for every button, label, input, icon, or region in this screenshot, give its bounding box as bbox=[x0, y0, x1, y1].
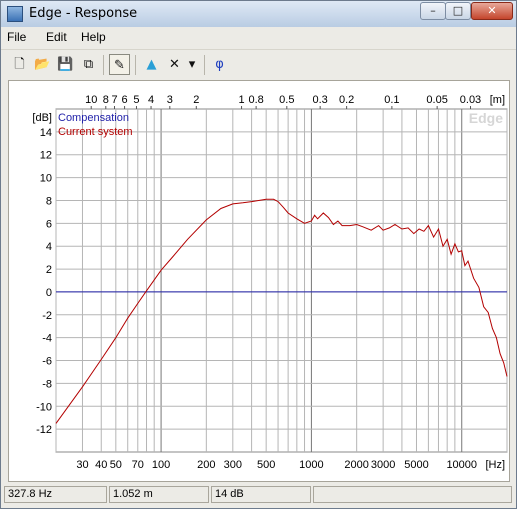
top-tick-label: 8 bbox=[103, 94, 109, 106]
menu-bar: File Edit Help bbox=[1, 27, 516, 48]
menu-file[interactable]: File bbox=[7, 30, 26, 44]
y-tick-label: 14 bbox=[40, 127, 52, 139]
y-tick-label: -2 bbox=[42, 310, 52, 322]
new-icon[interactable]: 🗋 bbox=[9, 54, 30, 75]
pencil-icon[interactable]: ✎ bbox=[109, 54, 130, 75]
y-axis-label: [dB] bbox=[32, 112, 52, 124]
x-tick-label: 30 bbox=[76, 459, 88, 471]
y-tick-label: -8 bbox=[42, 378, 52, 390]
minimize-button[interactable]: – bbox=[420, 2, 446, 20]
status-empty bbox=[313, 486, 512, 503]
open-icon[interactable]: 📂 bbox=[32, 54, 53, 75]
top-tick-label: 7 bbox=[111, 94, 117, 106]
y-tick-label: 2 bbox=[46, 264, 52, 276]
response-chart[interactable]: 14 12 10 8 6 4 2 0 -2 -4 -6 -8 -10 -12 [dB] 30 40 50 70 100… bbox=[8, 80, 510, 482]
x-tick-label: 10000 bbox=[446, 459, 477, 471]
delete-icon[interactable]: ✕ bbox=[164, 54, 185, 75]
plot-frame bbox=[55, 108, 508, 453]
status-level: 14 dB bbox=[211, 486, 311, 503]
y-tick-label: -10 bbox=[36, 401, 52, 413]
y-tick-label: -4 bbox=[42, 333, 52, 345]
top-tick-label: 0.8 bbox=[248, 94, 263, 106]
menu-help[interactable]: Help bbox=[81, 30, 106, 44]
toolbar-separator bbox=[135, 55, 136, 75]
top-axis-label: [m] bbox=[490, 94, 505, 106]
y-tick-label: 12 bbox=[40, 150, 52, 162]
top-tick-label: 0.03 bbox=[460, 94, 481, 106]
status-bar: 327.8 Hz 1.052 m 14 dB bbox=[4, 484, 514, 505]
toolbar-separator bbox=[204, 55, 205, 75]
close-button[interactable]: ✕ bbox=[471, 2, 513, 20]
top-tick-label: 0.2 bbox=[339, 94, 354, 106]
top-tick-label: 0.05 bbox=[426, 94, 447, 106]
toolbar: 🗋 📂 💾 ⧉ ✎ ▲ ✕ ▾ φ bbox=[1, 49, 516, 80]
top-tick-label: 5 bbox=[133, 94, 139, 106]
copy-icon[interactable]: ⧉ bbox=[78, 54, 99, 75]
save-icon[interactable]: 💾 bbox=[55, 54, 76, 75]
x-tick-label: 500 bbox=[257, 459, 275, 471]
maximize-button[interactable]: □ bbox=[445, 2, 471, 20]
y-tick-label: 8 bbox=[46, 195, 52, 207]
y-tick-label: -12 bbox=[36, 424, 52, 436]
y-tick-label: -6 bbox=[42, 356, 52, 368]
title-bar[interactable]: Edge - Response – □ ✕ bbox=[1, 1, 516, 27]
legend-entry: Compensation bbox=[58, 112, 129, 124]
top-tick-label: 1 bbox=[238, 94, 244, 106]
x-tick-label: 40 bbox=[95, 459, 107, 471]
phase-icon[interactable]: φ bbox=[209, 54, 230, 75]
app-window: Edge - Response – □ ✕ File Edit Help 🗋 📂… bbox=[0, 0, 517, 509]
top-tick-label: 0.1 bbox=[384, 94, 399, 106]
y-tick-label: 6 bbox=[46, 218, 52, 230]
x-tick-label: 70 bbox=[132, 459, 144, 471]
x-tick-label: 300 bbox=[224, 459, 242, 471]
legend-entry: Current system bbox=[58, 126, 133, 138]
x-tick-label: 200 bbox=[197, 459, 215, 471]
top-tick-label: 4 bbox=[148, 94, 154, 106]
x-tick-label: 100 bbox=[152, 459, 170, 471]
toolbar-separator bbox=[103, 55, 104, 75]
x-axis-label: [Hz] bbox=[485, 459, 505, 471]
top-tick-label: 3 bbox=[167, 94, 173, 106]
menu-edit[interactable]: Edit bbox=[46, 30, 67, 44]
dropdown-arrow-icon[interactable]: ▾ bbox=[185, 54, 199, 75]
top-tick-label: 0.5 bbox=[279, 94, 294, 106]
y-tick-label: 0 bbox=[46, 287, 52, 299]
top-tick-label: 6 bbox=[122, 94, 128, 106]
status-distance: 1.052 m bbox=[109, 486, 209, 503]
app-icon bbox=[7, 6, 23, 22]
y-tick-label: 4 bbox=[46, 241, 52, 253]
watermark-logo: Edge bbox=[469, 110, 503, 126]
top-tick-label: 0.3 bbox=[313, 94, 328, 106]
status-frequency: 327.8 Hz bbox=[4, 486, 107, 503]
top-tick-label: 2 bbox=[193, 94, 199, 106]
speaker-icon[interactable]: ▲ bbox=[141, 54, 162, 75]
x-tick-label: 3000 bbox=[371, 459, 395, 471]
x-tick-label: 1000 bbox=[299, 459, 323, 471]
top-tick-label: 10 bbox=[85, 94, 97, 106]
x-tick-label: 5000 bbox=[404, 459, 428, 471]
window-title: Edge - Response bbox=[29, 6, 138, 21]
x-tick-label: 2000 bbox=[344, 459, 368, 471]
x-tick-label: 50 bbox=[110, 459, 122, 471]
y-tick-label: 10 bbox=[40, 173, 52, 185]
